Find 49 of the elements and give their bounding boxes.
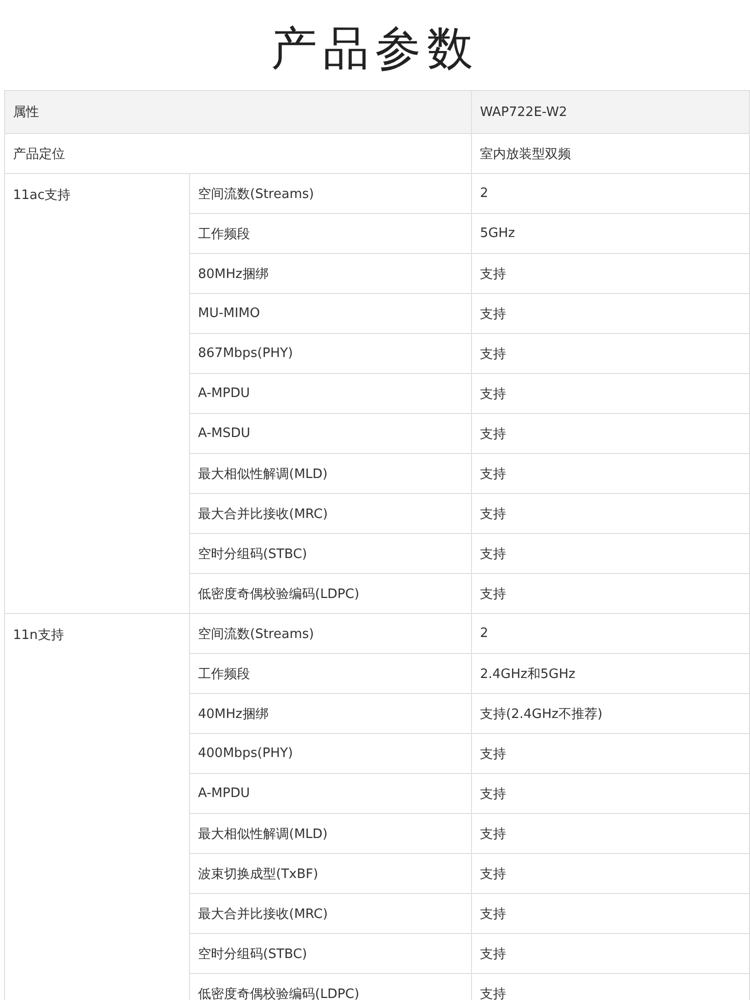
table-cell: 支持 — [480, 866, 506, 882]
table-cell: 支持 — [480, 946, 506, 962]
table-cell: 支持 — [480, 386, 506, 402]
table-cell: MU-MIMO — [198, 306, 260, 321]
table-cell: 最大合并比接收(MRC) — [198, 506, 328, 522]
table-cell: 产品定位 — [13, 146, 65, 162]
table-cell: 支持 — [480, 986, 506, 1000]
table-cell: 空时分组码(STBC) — [198, 546, 308, 562]
table-cell: 11n支持 — [13, 628, 64, 643]
table-cell: 波束切换成型(TxBF) — [198, 866, 318, 882]
table-cell: 空间流数(Streams) — [198, 626, 314, 642]
table-cell: 支持 — [480, 306, 506, 322]
table-cell: 支持 — [480, 746, 506, 762]
table-cell: 低密度奇偶校验编码(LDPC) — [198, 986, 360, 1000]
page-title: 产品参数 — [270, 20, 480, 77]
table-cell: A-MSDU — [198, 426, 250, 441]
table-cell: 支持 — [480, 346, 506, 362]
table-cell: 最大合并比接收(MRC) — [198, 906, 328, 922]
table-cell: 支持 — [480, 906, 506, 922]
table-cell: 2 — [480, 186, 488, 201]
table-cell: 支持 — [480, 426, 506, 442]
table-cell: 80MHz捆绑 — [198, 266, 268, 282]
header-cell: WAP722E-W2 — [480, 104, 568, 120]
table-cell: 支持 — [480, 786, 506, 802]
table-cell: A-MPDU — [198, 786, 250, 801]
table-cell: 最大相似性解调(MLD) — [198, 826, 328, 842]
table-cell: 支持(2.4GHz不推荐) — [480, 706, 602, 722]
header-cell: 属性 — [13, 105, 39, 120]
table-cell: A-MPDU — [198, 386, 250, 401]
table-cell: 支持 — [480, 506, 506, 522]
table-cell: 11ac支持 — [13, 188, 71, 203]
table-cell: 支持 — [480, 466, 506, 482]
table-cell: 支持 — [480, 266, 506, 282]
table-cell: 400Mbps(PHY) — [198, 746, 294, 761]
table-cell: 40MHz捆绑 — [198, 706, 268, 722]
table-cell: 2.4GHz和5GHz — [480, 666, 576, 682]
table-cell: 867Mbps(PHY) — [198, 346, 294, 361]
table-cell: 支持 — [480, 546, 506, 562]
table-cell: 工作频段 — [198, 226, 250, 242]
table-cell: 低密度奇偶校验编码(LDPC) — [198, 586, 360, 602]
table-cell: 支持 — [480, 826, 506, 842]
table-cell: 空间流数(Streams) — [198, 186, 314, 202]
table-cell: 工作频段 — [198, 666, 250, 682]
table-cell: 5GHz — [480, 226, 515, 241]
table-cell: 室内放装型双频 — [480, 146, 571, 162]
table-cell: 最大相似性解调(MLD) — [198, 466, 328, 482]
table-cell: 2 — [480, 626, 488, 641]
table-cell: 支持 — [480, 586, 506, 602]
table-cell: 空时分组码(STBC) — [198, 946, 308, 962]
